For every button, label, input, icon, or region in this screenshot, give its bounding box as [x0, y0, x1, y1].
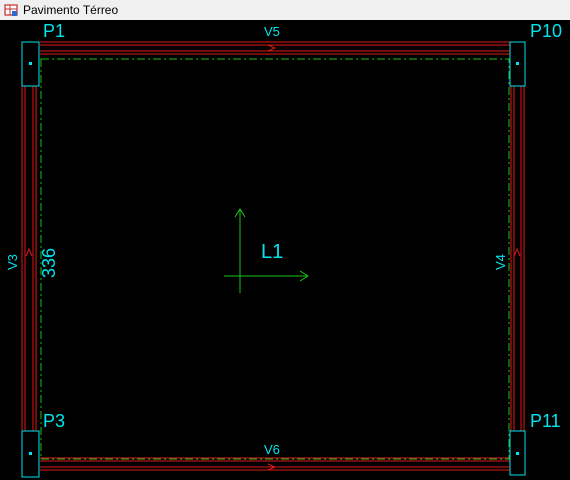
beam-label-v3: V3 — [5, 254, 20, 270]
drawing-canvas[interactable]: P1 P10 P3 P11 V5 V6 V3 V4 336 L1 — [0, 20, 570, 480]
column-p11[interactable] — [509, 430, 526, 476]
beam-label-v4: V4 — [493, 254, 508, 270]
window-title: Pavimento Térreo — [23, 3, 119, 17]
column-label-p3: P3 — [43, 411, 65, 431]
beam-v4[interactable] — [510, 85, 525, 432]
column-label-p11: P11 — [530, 411, 561, 431]
column-label-p1: P1 — [43, 21, 65, 41]
beam-v3[interactable] — [21, 85, 37, 432]
column-p10[interactable] — [509, 41, 526, 87]
column-p3[interactable] — [21, 430, 40, 478]
slab-label-l1: L1 — [261, 241, 283, 263]
column-p1[interactable] — [21, 41, 40, 87]
dimension-label: 336 — [39, 248, 59, 278]
beam-label-v5: V5 — [264, 24, 280, 39]
column-label-p10: P10 — [530, 21, 562, 41]
structure-app-icon — [4, 4, 18, 16]
beam-v6[interactable] — [40, 457, 510, 471]
title-bar: Pavimento Térreo — [0, 0, 570, 21]
beam-label-v6: V6 — [264, 442, 280, 457]
cad-window: Pavimento Térreo P1 P10 P3 P11 V5 V6 V3 … — [0, 0, 570, 480]
floor-plan: P1 P10 P3 P11 V5 V6 V3 V4 336 L1 — [5, 21, 562, 478]
beam-v5[interactable] — [40, 41, 510, 55]
